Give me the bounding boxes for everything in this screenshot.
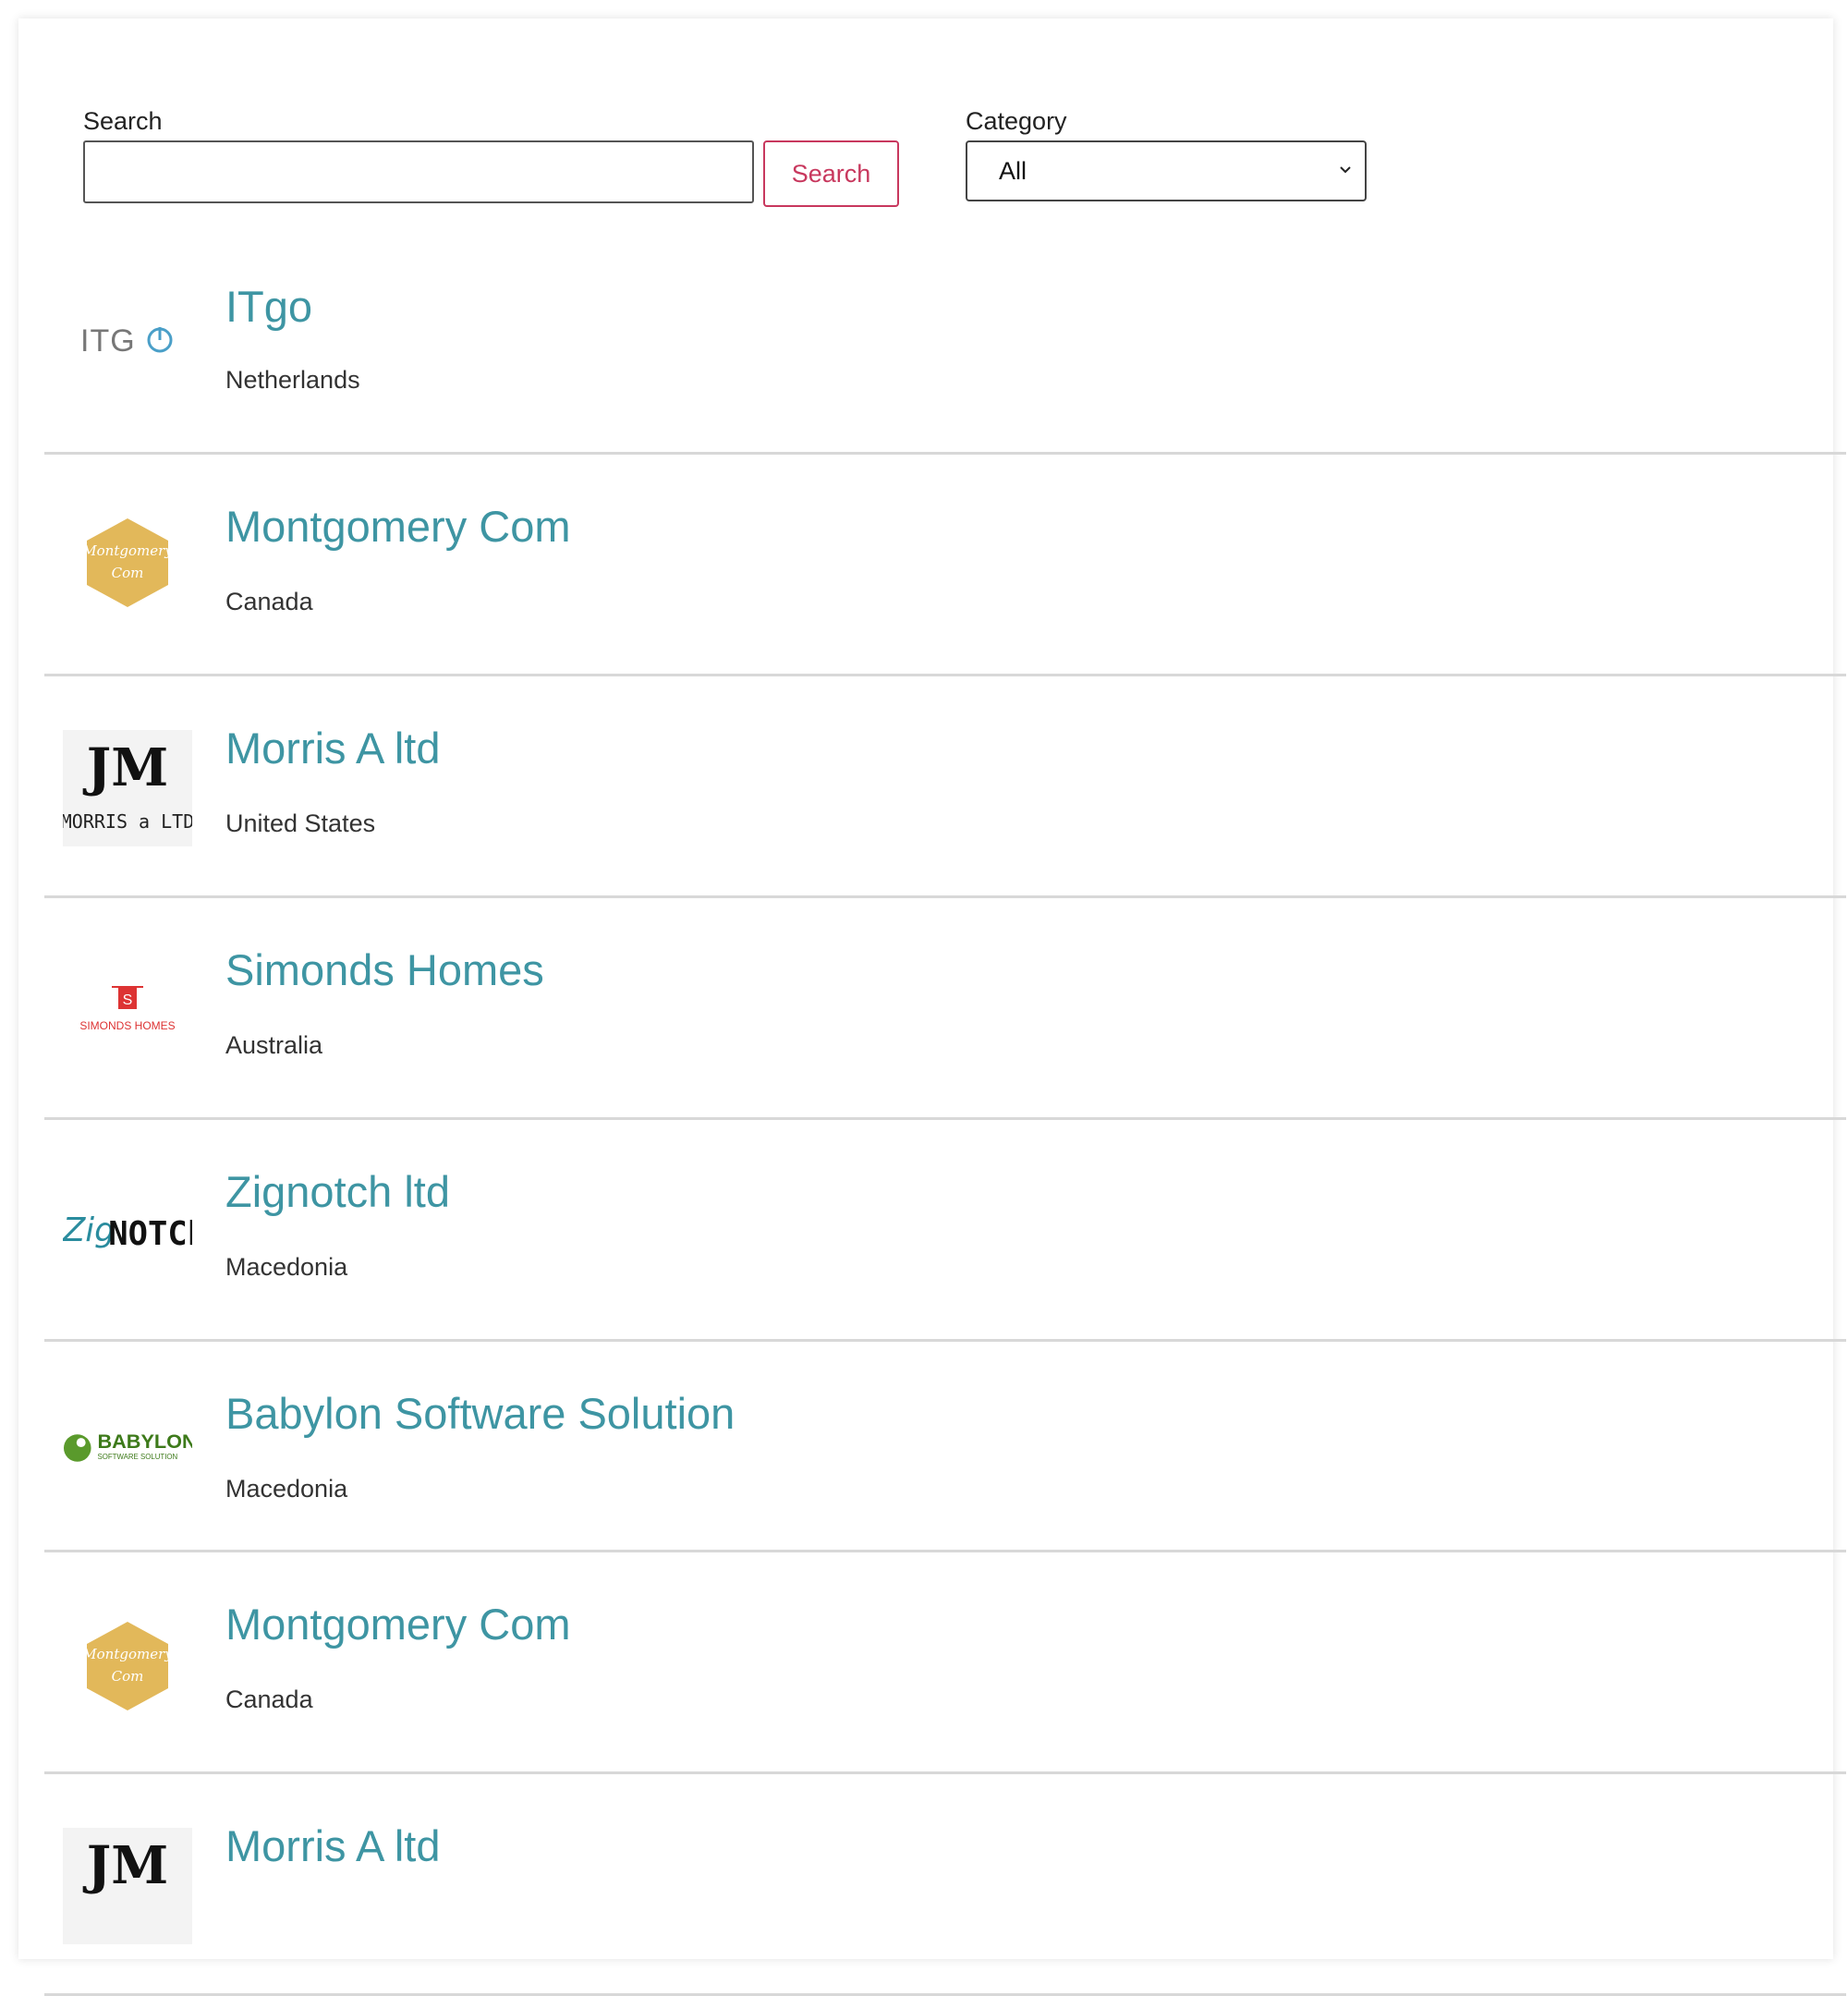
svg-text:Com: Com xyxy=(112,565,144,581)
company-name-link[interactable]: Morris A ltd xyxy=(225,1820,440,1871)
zignotch-logo[interactable]: Zig NOTCh xyxy=(63,1172,192,1288)
search-label: Search xyxy=(83,107,163,135)
company-name-link[interactable]: Zignotch ltd xyxy=(225,1166,450,1217)
svg-text:S: S xyxy=(123,992,133,1008)
list-item: Montgomery Com Montgomery Com Canada xyxy=(44,1552,1846,1774)
itgo-logo[interactable]: ITG xyxy=(63,283,192,399)
list-item: Montgomery Com Montgomery Com Canada xyxy=(44,455,1846,676)
morris-logo[interactable]: JM xyxy=(63,1828,192,1944)
category-label: Category xyxy=(966,107,1067,135)
search-input[interactable] xyxy=(83,140,754,203)
svg-text:JM: JM xyxy=(82,1835,168,1896)
company-name-link[interactable]: Montgomery Com xyxy=(225,1599,571,1649)
list-item: Zig NOTCh Zignotch ltd Macedonia xyxy=(44,1120,1846,1342)
filter-bar: Search Search Category All xyxy=(83,107,1377,209)
list-item: S SIMONDS HOMES Simonds Homes Australia xyxy=(44,898,1846,1120)
company-country: Macedonia xyxy=(225,1475,348,1503)
babylon-logo[interactable]: BABYLON SOFTWARE SOLUTION xyxy=(63,1390,192,1506)
company-name-link[interactable]: Morris A ltd xyxy=(225,723,440,773)
svg-text:Com: Com xyxy=(112,1668,144,1685)
category-selected-value: All xyxy=(999,156,1027,185)
company-country: United States xyxy=(225,809,376,837)
chevron-down-icon xyxy=(1340,166,1351,174)
simonds-logo[interactable]: S SIMONDS HOMES xyxy=(63,950,192,1066)
montgomery-logo[interactable]: Montgomery Com xyxy=(63,1608,192,1724)
company-country: Netherlands xyxy=(225,366,360,394)
svg-text:SOFTWARE SOLUTION: SOFTWARE SOLUTION xyxy=(97,1453,177,1461)
search-button[interactable]: Search xyxy=(763,140,899,207)
company-country: Macedonia xyxy=(225,1253,348,1281)
list-item: JM MORRIS a LTD Morris A ltd United Stat… xyxy=(44,676,1846,898)
company-list: ITG ITgo Netherlands Montgomery Com Mont… xyxy=(44,233,1846,1996)
morris-logo[interactable]: JM MORRIS a LTD xyxy=(63,730,192,846)
svg-text:Zig: Zig xyxy=(63,1211,116,1249)
svg-text:JM: JM xyxy=(82,737,168,798)
company-country: Canada xyxy=(225,588,313,615)
svg-text:MORRIS a LTD: MORRIS a LTD xyxy=(63,810,192,833)
svg-text:BABYLON: BABYLON xyxy=(97,1430,192,1453)
company-name-link[interactable]: ITgo xyxy=(225,281,312,332)
company-name-link[interactable]: Simonds Homes xyxy=(225,944,544,995)
svg-text:Montgomery: Montgomery xyxy=(81,1646,173,1662)
list-item: ITG ITgo Netherlands xyxy=(44,233,1846,455)
svg-text:ITG: ITG xyxy=(80,323,136,359)
svg-text:SIMONDS HOMES: SIMONDS HOMES xyxy=(79,1019,175,1032)
montgomery-logo[interactable]: Montgomery Com xyxy=(63,505,192,621)
company-name-link[interactable]: Montgomery Com xyxy=(225,501,571,552)
directory-panel: Search Search Category All ITG ITgo Neth… xyxy=(18,18,1846,1996)
svg-text:NOTCh: NOTCh xyxy=(108,1215,192,1253)
svg-text:Montgomery: Montgomery xyxy=(81,542,173,559)
company-country: Australia xyxy=(225,1031,323,1059)
list-item: BABYLON SOFTWARE SOLUTION Babylon Softwa… xyxy=(44,1342,1846,1552)
company-country: Canada xyxy=(225,1686,313,1713)
company-name-link[interactable]: Babylon Software Solution xyxy=(225,1388,735,1439)
list-item: JM Morris A ltd xyxy=(44,1774,1846,1996)
category-select[interactable]: All xyxy=(966,140,1367,201)
